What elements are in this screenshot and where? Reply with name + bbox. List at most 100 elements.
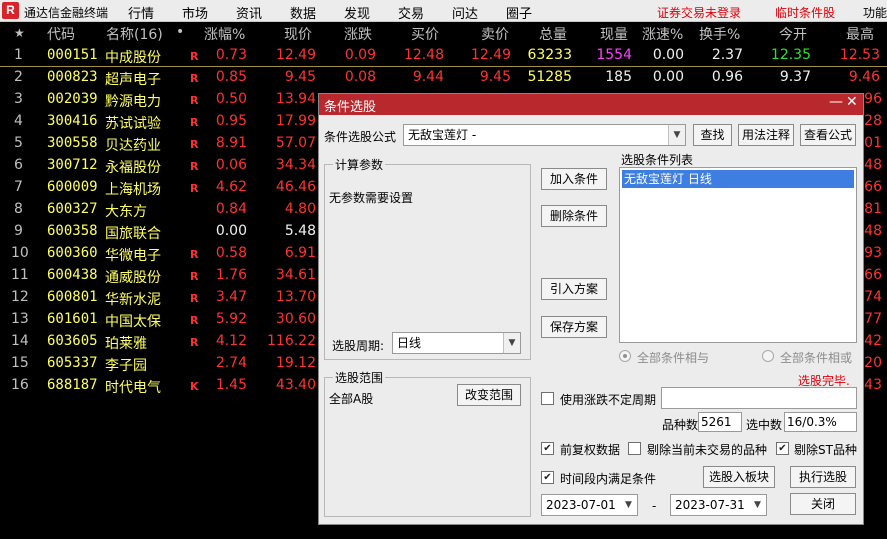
- cell-code: 603605: [47, 333, 98, 349]
- use-period-checkbox[interactable]: [541, 392, 554, 405]
- menu-item-trade[interactable]: 交易: [398, 3, 424, 22]
- cell-name: 时代电气: [105, 380, 161, 396]
- chevron-down-icon[interactable]: ▼: [503, 333, 520, 353]
- period-select[interactable]: 日线 ▼: [392, 332, 521, 354]
- date-from-picker[interactable]: 2023-07-01 ▼: [541, 494, 638, 516]
- delete-condition-button[interactable]: 删除条件: [541, 205, 607, 227]
- col-code[interactable]: 代码: [47, 24, 75, 44]
- menu-item-market[interactable]: 市场: [182, 3, 208, 22]
- table-row[interactable]: 1 000151 中成股份 R 0.73 12.49 0.09 12.48 12.49 63233…: [0, 45, 887, 67]
- exclude-st-label: 剔除ST品种: [794, 443, 857, 457]
- execute-select-button[interactable]: 执行选股: [790, 466, 856, 488]
- exclude-untraded-checkbox[interactable]: [628, 442, 641, 455]
- cell-name: 中成股份: [105, 50, 161, 66]
- close-icon[interactable]: ✕: [846, 94, 858, 110]
- change-range-button[interactable]: 改变范围: [457, 384, 521, 406]
- table-row[interactable]: 2 000823 超声电子 R 0.85 9.45 0.08 9.44 9.45 51285 185…: [0, 67, 887, 89]
- menu-item-data[interactable]: 数据: [290, 3, 316, 22]
- col-open[interactable]: 今开: [779, 24, 807, 44]
- cell-code: 688187: [47, 377, 98, 393]
- col-ask[interactable]: 卖价: [481, 24, 509, 44]
- add-to-board-button[interactable]: 选股入板块: [703, 466, 775, 488]
- cell-price: 4.80: [284, 201, 316, 217]
- cell-code: 300712: [47, 157, 98, 173]
- cell-pct: 0.84: [215, 201, 247, 217]
- exclude-st-checkbox[interactable]: ✔: [776, 442, 789, 455]
- cell-high: 81: [864, 201, 882, 217]
- menu-item-ask[interactable]: 问达: [452, 3, 478, 22]
- cell-price: 30.60: [275, 311, 316, 327]
- cell-bid: 9.44: [412, 69, 444, 85]
- cell-flag: R: [190, 94, 199, 107]
- cell-idx: 2: [14, 69, 23, 85]
- cell-vol: 63233: [527, 47, 572, 63]
- col-turnover[interactable]: 换手%: [699, 24, 740, 44]
- period-input[interactable]: [661, 387, 857, 409]
- pre-adjust-checkbox[interactable]: ✔: [541, 442, 554, 455]
- col-change-pct[interactable]: 涨幅%: [204, 24, 245, 44]
- usage-notes-button[interactable]: 用法注释: [738, 124, 794, 146]
- search-button[interactable]: 查找: [693, 124, 732, 146]
- cell-high: 77: [864, 311, 882, 327]
- view-formula-button[interactable]: 查看公式: [800, 124, 856, 146]
- cell-bid: 12.48: [403, 47, 444, 63]
- cell-high: 93: [864, 245, 882, 261]
- col-speed[interactable]: 涨速%: [642, 24, 683, 44]
- minimize-icon[interactable]: —: [829, 94, 843, 110]
- cell-chg: 0.08: [344, 69, 376, 85]
- col-current-vol[interactable]: 现量: [600, 24, 628, 44]
- menu-item-func[interactable]: 功能: [863, 4, 887, 21]
- add-condition-button[interactable]: 加入条件: [541, 168, 607, 190]
- condition-list[interactable]: 无敌宝莲灯 日线: [619, 167, 857, 343]
- selected-value: 16/0.3%: [784, 412, 857, 432]
- all-or-radio[interactable]: [762, 350, 774, 362]
- cell-vol: 51285: [527, 69, 572, 85]
- cell-name: 永福股份: [105, 160, 161, 176]
- save-scheme-button[interactable]: 保存方案: [541, 316, 607, 338]
- cell-flag: K: [190, 380, 199, 393]
- header-star-icon[interactable]: ★: [14, 26, 25, 40]
- cell-pct: 0.06: [215, 157, 247, 173]
- date-to-picker[interactable]: 2023-07-31 ▼: [670, 494, 767, 516]
- close-button[interactable]: 关闭: [790, 493, 856, 515]
- cell-pct: 4.12: [215, 333, 247, 349]
- col-change[interactable]: 涨跌: [344, 24, 372, 44]
- cell-price: 12.49: [275, 47, 316, 63]
- chevron-down-icon[interactable]: ▼: [620, 495, 637, 515]
- col-price[interactable]: 现价: [284, 24, 312, 44]
- menu-item-quotes[interactable]: 行情: [128, 3, 154, 22]
- cell-code: 600009: [47, 179, 98, 195]
- col-bid[interactable]: 买价: [411, 24, 439, 44]
- cell-pct: 1.76: [215, 267, 247, 283]
- condition-list-item[interactable]: 无敌宝莲灯 日线: [622, 170, 854, 188]
- cell-cur: 185: [605, 69, 632, 85]
- cell-idx: 3: [14, 91, 23, 107]
- cell-idx: 15: [11, 355, 29, 371]
- time-period-checkbox[interactable]: ✔: [541, 471, 554, 484]
- cell-idx: 8: [14, 201, 23, 217]
- cell-idx: 12: [11, 289, 29, 305]
- chevron-down-icon[interactable]: ▼: [668, 125, 685, 145]
- selected-label: 选中数: [746, 418, 783, 432]
- formula-select[interactable]: 无敌宝莲灯 - ▼: [403, 124, 686, 146]
- cell-name: 上海机场: [105, 182, 161, 198]
- col-high[interactable]: 最高: [846, 24, 874, 44]
- col-volume[interactable]: 总量: [539, 24, 567, 44]
- import-scheme-button[interactable]: 引入方案: [541, 278, 607, 300]
- login-status[interactable]: 证券交易未登录: [657, 4, 741, 21]
- all-and-radio[interactable]: [619, 350, 631, 362]
- cell-price: 17.99: [275, 113, 316, 129]
- dialog-titlebar[interactable]: 条件选股 — ✕: [319, 94, 863, 115]
- menu-item-news[interactable]: 资讯: [236, 3, 262, 22]
- cell-price: 5.48: [284, 223, 316, 239]
- chevron-down-icon[interactable]: ▼: [749, 495, 766, 515]
- cell-price: 57.07: [275, 135, 316, 151]
- col-name[interactable]: 名称(16): [106, 24, 163, 44]
- menu-item-discover[interactable]: 发现: [344, 3, 370, 22]
- cell-flag: R: [190, 270, 199, 283]
- cell-high: 66: [864, 179, 882, 195]
- menu-item-circle[interactable]: 圈子: [506, 3, 532, 22]
- cell-name: 国旅联合: [105, 226, 161, 242]
- date-from-value: 2023-07-01: [546, 498, 616, 512]
- cell-price: 13.70: [275, 289, 316, 305]
